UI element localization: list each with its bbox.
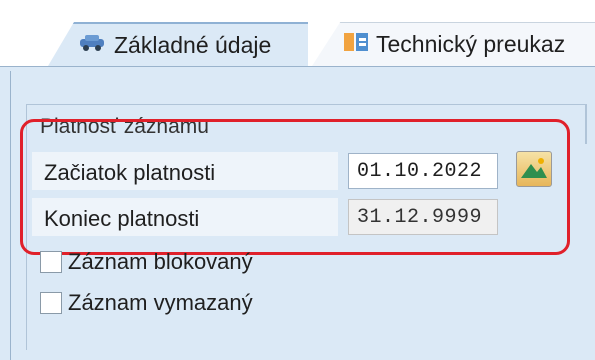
blocked-checkbox-row[interactable]: Záznam blokovaný xyxy=(40,249,253,275)
tab-strip: Základné údaje Technický preukaz xyxy=(0,0,595,68)
deleted-checkbox-row[interactable]: Záznam vymazaný xyxy=(40,290,253,316)
deleted-checkbox[interactable] xyxy=(40,292,62,314)
group-edge xyxy=(585,104,587,144)
tab-basic-label: Základné údaje xyxy=(114,31,272,58)
tab-technical-card[interactable]: Technický preukaz xyxy=(312,22,595,66)
car-icon xyxy=(76,32,108,59)
deleted-label: Záznam vymazaný xyxy=(68,290,253,315)
blocked-checkbox[interactable] xyxy=(40,251,62,273)
highlight-frame xyxy=(20,119,570,255)
tab-technical-label: Technický preukaz xyxy=(376,31,566,57)
blocked-label: Záznam blokovaný xyxy=(68,249,253,274)
tab-basic-data[interactable]: Základné údaje xyxy=(48,22,308,66)
document-id-icon xyxy=(342,30,370,60)
